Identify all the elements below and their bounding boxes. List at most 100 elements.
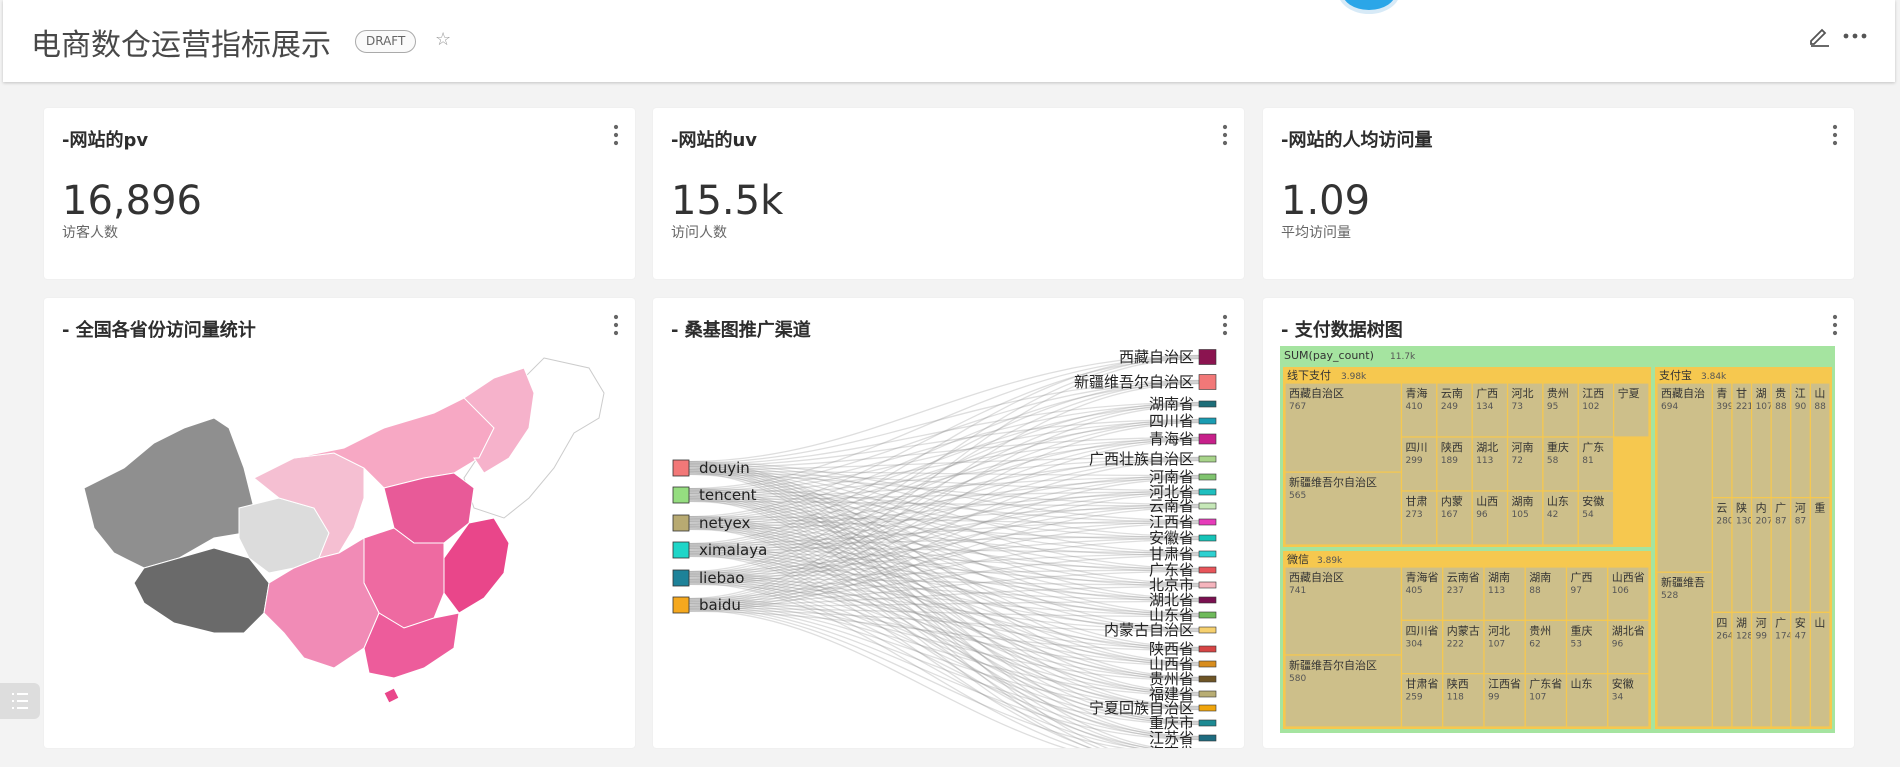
treemap-cell-label: 重 [1814,501,1825,515]
star-icon[interactable]: ☆ [435,29,451,50]
sankey-target-node[interactable] [1198,734,1217,742]
treemap-cell[interactable] [1711,382,1733,499]
treemap-cell-value: 54 [1582,510,1594,520]
treemap-cell[interactable] [1731,382,1753,499]
sankey-source-label: netyex [699,514,750,532]
treemap-cell[interactable] [1770,497,1792,613]
china-map[interactable] [44,338,635,748]
treemap-cell-value: 99 [1756,631,1768,641]
pencil-icon[interactable] [1807,24,1831,48]
sankey-target-label: 广西壮族自治区 [1089,450,1194,468]
sankey-target-node[interactable] [1198,645,1217,653]
treemap-cell-value: 221 [1736,402,1753,412]
treemap-cell-label: 山 [1814,387,1825,400]
treemap-root-label: SUM(pay_count) [1284,349,1374,362]
more-vertical-icon[interactable] [611,314,621,336]
sankey-target-node[interactable] [1198,488,1217,496]
sankey-target-node[interactable] [1198,719,1217,727]
treemap-cell[interactable] [1790,611,1811,728]
treemap-cell[interactable] [1750,497,1772,613]
sankey-target-node[interactable] [1198,473,1217,481]
sankey-source-label: ximalaya [699,541,767,559]
sankey-target-node[interactable] [1198,675,1217,683]
sankey-target-node[interactable] [1198,596,1217,604]
outline-toggle-button[interactable] [0,683,40,719]
draft-badge: DRAFT [355,30,417,53]
treemap-cell[interactable] [1809,497,1831,613]
sankey-target-node[interactable] [1198,690,1217,698]
sankey-target-node[interactable] [1198,518,1217,526]
treemap-cell-label: 西藏自治区 [1289,570,1344,584]
treemap-cell-value: 264 [1716,631,1733,641]
sankey-target-node[interactable] [1198,374,1217,390]
more-vertical-icon[interactable] [1220,124,1230,146]
sankey-target-node[interactable] [1198,455,1217,463]
sankey-target-node[interactable] [1198,417,1217,425]
more-horizontal-icon[interactable] [1841,24,1869,48]
sankey-target-node[interactable] [1198,626,1217,634]
treemap-group-value: 3.98k [1341,372,1367,382]
treemap-cell[interactable] [1711,497,1733,613]
sankey-source-node[interactable] [672,541,690,559]
sankey-target-node[interactable] [1198,581,1217,589]
sankey-target-node[interactable] [1198,502,1217,510]
sankey-source-node[interactable] [672,596,690,614]
sankey-source-node[interactable] [672,569,690,587]
treemap-cell-label: 新疆维吾尔自治区 [1289,475,1377,489]
treemap-cell-value: 88 [1775,402,1787,412]
treemap-cell[interactable] [1790,497,1811,613]
treemap-cell[interactable] [1731,497,1753,613]
sankey-source-node[interactable] [672,486,690,504]
treemap-cell[interactable] [1731,611,1753,728]
sankey-target-node[interactable] [1198,566,1217,574]
treemap-cell-value: 90 [1795,402,1807,412]
treemap-chart[interactable]: SUM(pay_count) 11.7k 线下支付 3.98k 西藏自治区 767 新疆… [1263,298,1854,748]
treemap-cell-value: 53 [1570,639,1581,649]
treemap-cell-label: 陕 [1736,501,1747,515]
treemap-cell-label: 湖南 [1488,571,1510,584]
map-region[interactable] [83,417,255,569]
map-region-hainan[interactable] [383,687,400,704]
treemap-cell[interactable] [1790,382,1811,499]
treemap-cell-value: 72 [1512,456,1523,466]
treemap-cell[interactable] [1809,611,1831,728]
treemap-group-label: 线下支付 [1287,368,1331,382]
sankey-target-node[interactable] [1198,400,1217,408]
sankey-target-node[interactable] [1198,611,1217,619]
dashboard-title: 电商数仓运营指标展示 [31,28,331,63]
more-vertical-icon[interactable] [1830,124,1840,146]
sankey-target-node[interactable] [1198,349,1217,365]
sankey-target-label: 海南省 [1149,744,1194,748]
sankey-target-node[interactable] [1198,534,1217,542]
sankey-target-label: 新疆维吾尔自治区 [1074,373,1194,391]
treemap-cell[interactable] [1809,382,1831,499]
sankey-target-node[interactable] [1198,660,1217,668]
treemap-cell-label: 山西省 [1612,571,1645,584]
treemap-cell-value: 280 [1716,517,1733,527]
more-vertical-icon[interactable] [611,124,621,146]
treemap-cell-value: 88 [1529,586,1541,596]
big-number: 15.5k [671,178,784,224]
treemap-cell-label: 贵 [1775,387,1786,400]
sankey-source-label: douyin [699,459,750,477]
sankey-target-node[interactable] [1198,704,1217,712]
treemap-cell[interactable] [1770,382,1792,499]
treemap-cell-label: 山 [1814,616,1825,629]
sankey-target-node[interactable] [1198,433,1217,445]
treemap-root-value: 11.7k [1390,352,1416,362]
treemap-cell[interactable] [1750,382,1772,499]
sankey-source-node[interactable] [672,514,690,532]
sankey-target-node[interactable] [1198,550,1217,558]
treemap-cell-value: 207 [1756,517,1773,527]
treemap-cell[interactable] [1770,611,1792,728]
treemap-cell-label: 青海省 [1405,570,1438,584]
treemap-cell[interactable] [1750,611,1772,728]
sankey-chart[interactable]: douyin tencent netyex ximalaya liebao baidu 西藏… [653,298,1244,748]
treemap-cell[interactable] [1711,611,1733,728]
treemap-cell-label: 内 [1756,501,1767,515]
treemap-cell-value: 99 [1488,693,1500,703]
treemap-cell-value: 107 [1756,402,1773,412]
treemap-cell-value: 81 [1582,456,1593,466]
sankey-source-node[interactable] [672,459,690,477]
treemap-cell-value: 694 [1661,402,1678,412]
